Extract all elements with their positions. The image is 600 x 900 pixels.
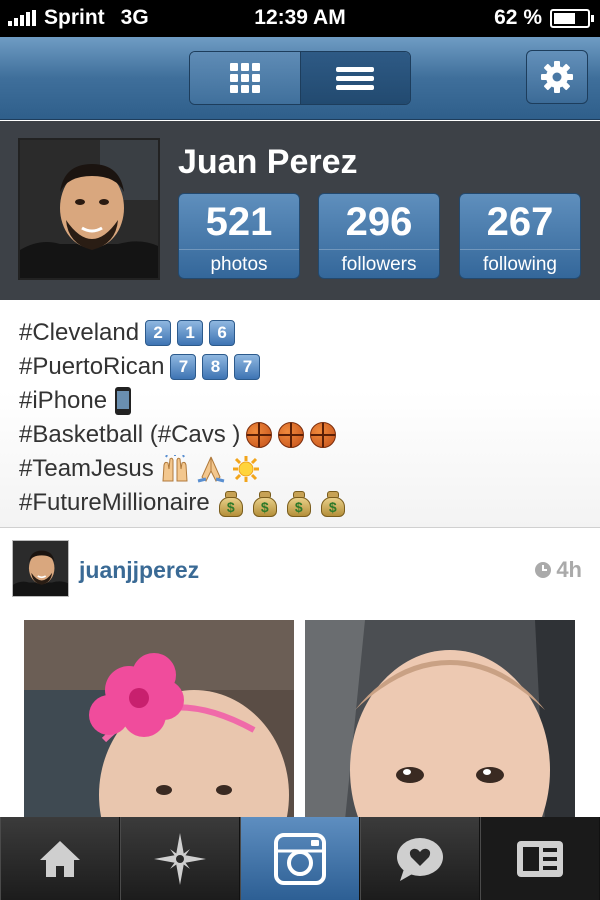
followers-count: 296 [345,200,413,244]
post-username[interactable]: juanjjperez [79,557,199,584]
tab-bar [0,817,600,900]
hashtag-link[interactable]: #PuertoRican [19,353,164,381]
bio-line: #iPhone [19,384,600,418]
battery-percent: 62 % [494,6,542,29]
basketball-icon [246,422,273,448]
money-bag-icon: $ [252,489,278,517]
camera-icon [274,832,326,885]
post-avatar[interactable] [12,540,69,597]
basketball-icon [310,422,337,448]
grid-view-button[interactable] [190,52,301,104]
praying-hands-icon [196,455,226,483]
post-timestamp: 4h [534,557,582,583]
grid-icon [229,63,260,93]
following-stat-button[interactable]: 267 following [459,193,581,279]
photos-count: 521 [205,200,273,244]
hashtag-link[interactable]: #Cleveland [19,319,139,347]
money-bag-icon: $ [218,489,244,517]
explore-icon [154,832,206,885]
nav-bar [0,37,600,120]
tab-profile[interactable] [480,817,600,900]
post-header: juanjjperez 4h [0,529,600,604]
followers-label: followers [319,249,439,276]
profile-header: Juan Perez 521 photos 296 followers 267 … [0,121,600,300]
clock-icon [535,562,552,578]
hashtag-link[interactable]: #TeamJesus [19,455,154,483]
list-view-button[interactable] [300,52,410,104]
settings-button[interactable] [526,50,588,104]
baby-photo-right [305,620,575,820]
tab-camera[interactable] [240,817,360,900]
home-icon [40,840,80,877]
battery-level [554,12,576,24]
following-label: following [460,249,580,276]
keycap-emoji: 6 [209,320,236,346]
baby-photo-left [24,620,294,820]
status-bar: Sprint 3G 12:39 AM 62 % [0,0,600,37]
photos-label: photos [179,249,299,276]
following-count: 267 [486,200,554,244]
money-bag-icon: $ [320,489,346,517]
view-toggle [189,51,411,105]
keycap-emoji: 8 [202,354,229,380]
hashtag-link[interactable]: #FutureMillionaire [19,489,210,517]
hashtag-link[interactable]: #Basketball (#Cavs ) [19,421,240,449]
profile-avatar[interactable] [18,138,160,280]
bio-line: #FutureMillionaire $ $ $ $ [19,486,600,520]
raised-hands-icon [160,455,190,483]
bio-line: #TeamJesus [19,452,600,486]
battery-icon [550,8,594,28]
keycap-emoji: 2 [145,320,172,346]
profile-name: Juan Perez [178,143,358,181]
keycap-emoji: 7 [234,354,261,380]
followers-stat-button[interactable]: 296 followers [318,193,440,279]
hashtag-link[interactable]: #iPhone [19,387,107,415]
bio-line: #Basketball (#Cavs ) [19,418,600,452]
post-time-ago: 4h [556,557,582,582]
tab-news[interactable] [360,817,480,900]
post-photo-collage[interactable] [0,604,600,820]
mobile-phone-icon [115,387,132,415]
basketball-icon [278,422,305,448]
bio-line: #PuertoRican 7 8 7 [19,350,600,384]
photos-stat-button[interactable]: 521 photos [178,193,300,279]
gear-icon [541,61,573,93]
tab-home[interactable] [0,817,120,900]
money-bag-icon: $ [286,489,312,517]
profile-icon [517,840,563,877]
instagram-profile-screen: Sprint 3G 12:39 AM 62 % Juan Perez 521 p… [0,0,600,900]
list-icon [336,63,375,94]
bio-line: #Cleveland 2 1 6 [19,316,600,350]
profile-bio: #Cleveland 2 1 6 #PuertoRican 7 8 7 #iPh… [0,300,600,528]
news-icon [397,837,443,881]
keycap-emoji: 7 [170,354,197,380]
keycap-emoji: 1 [177,320,204,346]
tab-explore[interactable] [120,817,240,900]
sun-icon [232,455,260,483]
